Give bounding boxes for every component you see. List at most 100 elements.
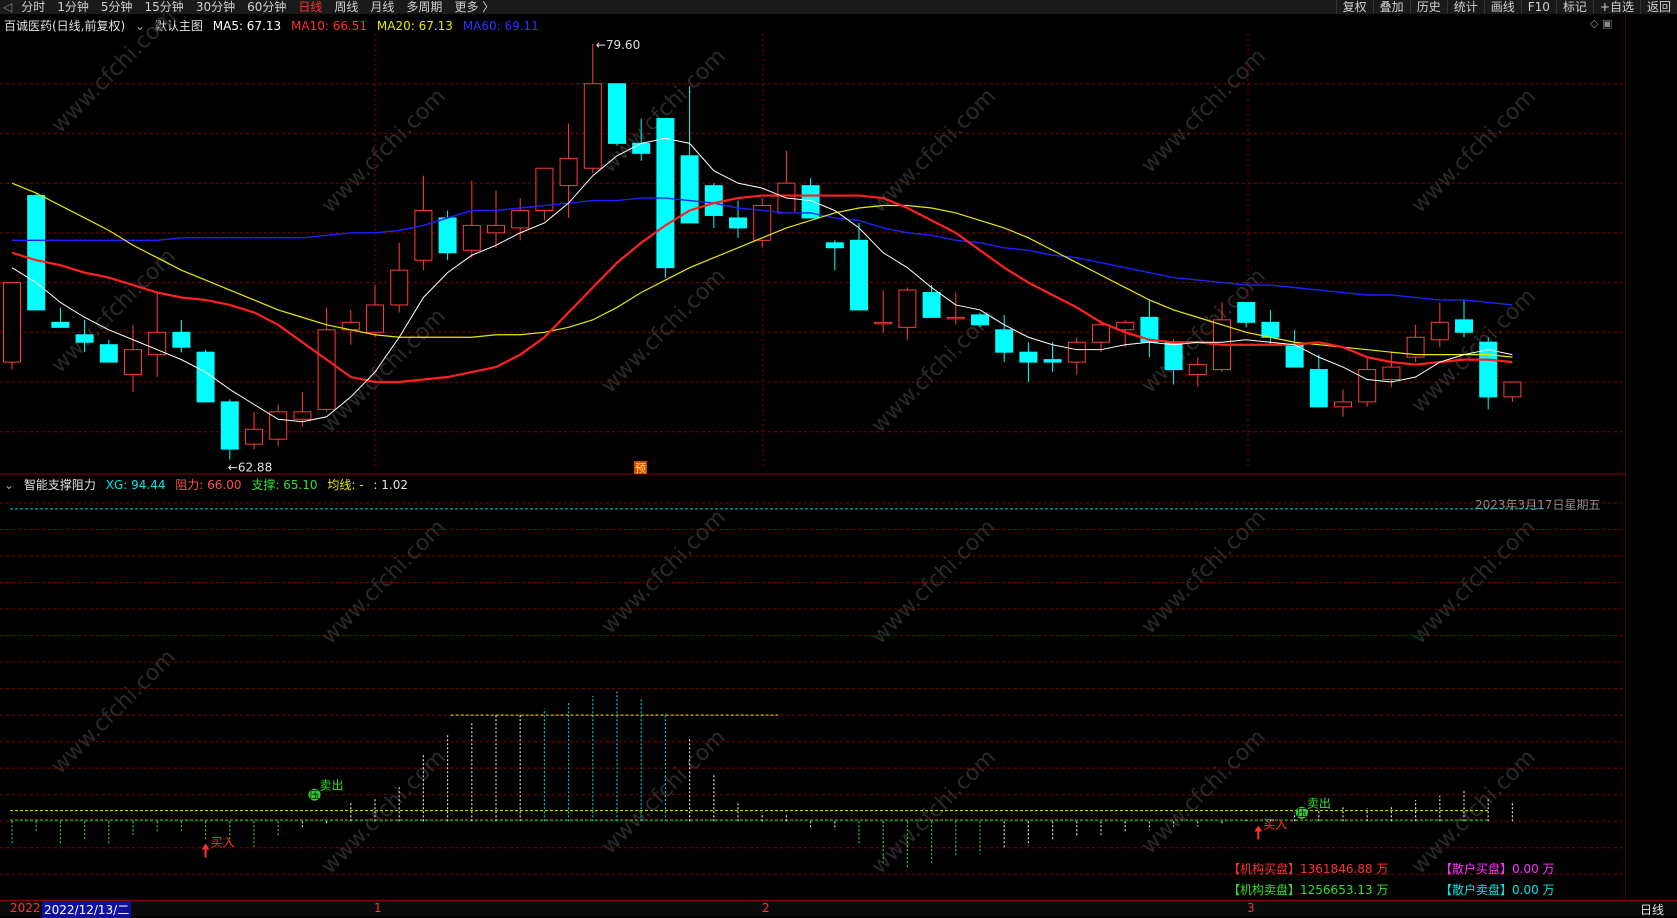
forecast-tag: 预 (634, 461, 647, 475)
retail-buy-value: 0.00 万 (1512, 862, 1555, 876)
retail-sell-legend: 【散户卖盘】0.00 万 (1440, 881, 1555, 898)
candle-body-down (971, 314, 989, 326)
watermark-text: www.cfchi.com (1137, 505, 1271, 639)
tab-daily[interactable]: 日线 (292, 0, 328, 14)
watermark-text: www.cfchi.com (1137, 44, 1271, 178)
month-mark-3: 3 (1247, 901, 1255, 915)
f10-button[interactable]: F10 (1520, 0, 1556, 14)
candle-body-down (825, 242, 844, 249)
watermark-text: www.cfchi.com (317, 745, 451, 879)
candle-body-down (922, 292, 941, 318)
buy-arrow-icon (1254, 825, 1263, 840)
history-button[interactable]: 历史 (1409, 0, 1447, 14)
period-mode-label[interactable]: 日线 (1640, 901, 1664, 918)
buy-signal-text: 买入 (211, 835, 235, 849)
candle-body-down (680, 155, 699, 224)
month-mark-1: 1 (374, 901, 382, 915)
candle-body-down (1455, 319, 1473, 333)
year-prefix: 2022 (10, 901, 41, 915)
candle-body-up (511, 209, 530, 229)
candle-body-up (1382, 366, 1401, 381)
watermark-text: www.cfchi.com (597, 505, 731, 639)
tab-weekly[interactable]: 周线 (328, 0, 364, 14)
period-toolbar: ◁ 分时 1分钟 5分钟 15分钟 30分钟 60分钟 日线 周线 月线 多周期… (0, 0, 1677, 14)
high-price-label: ←79.60 (596, 38, 640, 52)
candle-body-down (1043, 359, 1062, 363)
inst-buy-value: 1361846.88 万 (1300, 862, 1389, 876)
time-axis-bar: 2022 2022/12/13/二 1 2 3 日线 (0, 900, 1677, 918)
candle-body-down (438, 217, 457, 254)
draw-button[interactable]: 画线 (1483, 0, 1521, 14)
tab-60min[interactable]: 60分钟 (241, 0, 292, 14)
candle-body-up (898, 289, 917, 328)
back-button[interactable]: 返回 (1639, 0, 1677, 14)
app-icon[interactable]: ◁ (0, 0, 15, 14)
forecast-tag-text: 预 (635, 462, 646, 475)
candle-body-up (245, 428, 263, 445)
candle-body-up (1430, 321, 1449, 341)
indicator-chart[interactable]: www.cfchi.com www.cfchi.com www.cfchi.com w… (0, 475, 1626, 900)
sell-signal: 压卖出 (308, 779, 344, 802)
candle-body-down (1261, 321, 1280, 338)
candle-body-down (729, 217, 747, 229)
candle-body-down (632, 142, 651, 154)
candle-body-down (75, 334, 94, 343)
candle-body-up (3, 282, 21, 363)
press-badge-text: 压 (1297, 808, 1307, 820)
candle-body-up (317, 329, 336, 410)
tab-5min[interactable]: 5分钟 (95, 0, 139, 14)
inst-sell-value: 1256653.13 万 (1300, 883, 1389, 897)
watermark-text: www.cfchi.com (1407, 284, 1541, 418)
tab-1min[interactable]: 1分钟 (51, 0, 95, 14)
candle-body-down (656, 118, 675, 269)
candle-body-down (608, 83, 626, 144)
candlestick-chart[interactable]: www.cfchi.com www.cfchi.com www.cfchi.com w… (0, 14, 1626, 475)
tab-15min[interactable]: 15分钟 (139, 0, 190, 14)
watermark-text: www.cfchi.com (1137, 725, 1271, 859)
watermark-text: www.cfchi.com (597, 264, 731, 398)
tab-monthly[interactable]: 月线 (364, 0, 400, 14)
press-badge-text: 压 (310, 790, 320, 802)
overlay-button[interactable]: 叠加 (1372, 0, 1410, 14)
cursor-date: 2022/12/13/二 (42, 901, 132, 918)
candle-body-up (124, 349, 142, 376)
sell-signal: 压卖出 (1295, 797, 1331, 820)
candle-body-down (1164, 341, 1183, 371)
statistics-button[interactable]: 统计 (1446, 0, 1484, 14)
watermark-text: www.cfchi.com (867, 84, 1001, 218)
add-watchlist-button[interactable]: +自选 (1592, 0, 1640, 14)
candle-body-up (293, 411, 312, 420)
inst-sell-label: 【机构卖盘】 (1228, 883, 1301, 897)
candle-body-up (1092, 324, 1110, 343)
candle-body-up (390, 269, 409, 306)
candle-body-down (99, 344, 118, 363)
retail-buy-legend: 【散户买盘】0.00 万 (1440, 860, 1555, 877)
candle-body-up (1067, 341, 1086, 363)
candle-body-up (1188, 364, 1207, 376)
candle-body-down (27, 195, 46, 311)
mark-button[interactable]: 标记 (1555, 0, 1593, 14)
candle-body-up (1358, 369, 1377, 403)
restore-rights-button[interactable]: 复权 (1335, 0, 1373, 14)
retail-sell-value: 0.00 万 (1512, 883, 1555, 897)
retail-buy-label: 【散户买盘】 (1440, 862, 1513, 876)
candle-body-down (704, 185, 723, 216)
candle-body-down (51, 321, 70, 328)
month-mark-2: 2 (762, 901, 770, 915)
watermark-text: www.cfchi.com (47, 645, 181, 779)
sell-signal-text: 卖出 (1307, 797, 1331, 811)
toolbar-right: 复权 叠加 历史 统计 画线 F10 标记 +自选 返回 (1335, 0, 1677, 14)
candle-body-up (535, 167, 554, 211)
low-price-label: ←62.88 (228, 461, 272, 475)
candle-body-down (220, 401, 239, 450)
candle-body-up (148, 331, 167, 356)
tab-more[interactable]: 更多 〉 (448, 0, 500, 14)
tab-fenshi[interactable]: 分时 (15, 0, 51, 14)
candle-body-up (1334, 401, 1352, 408)
candle-body-up (1503, 381, 1522, 398)
ma5-line (11, 137, 1513, 423)
candle-body-up (414, 209, 433, 261)
tab-multi-period[interactable]: 多周期 (400, 0, 448, 14)
tab-30min[interactable]: 30分钟 (190, 0, 241, 14)
candle-body-down (1309, 369, 1328, 408)
